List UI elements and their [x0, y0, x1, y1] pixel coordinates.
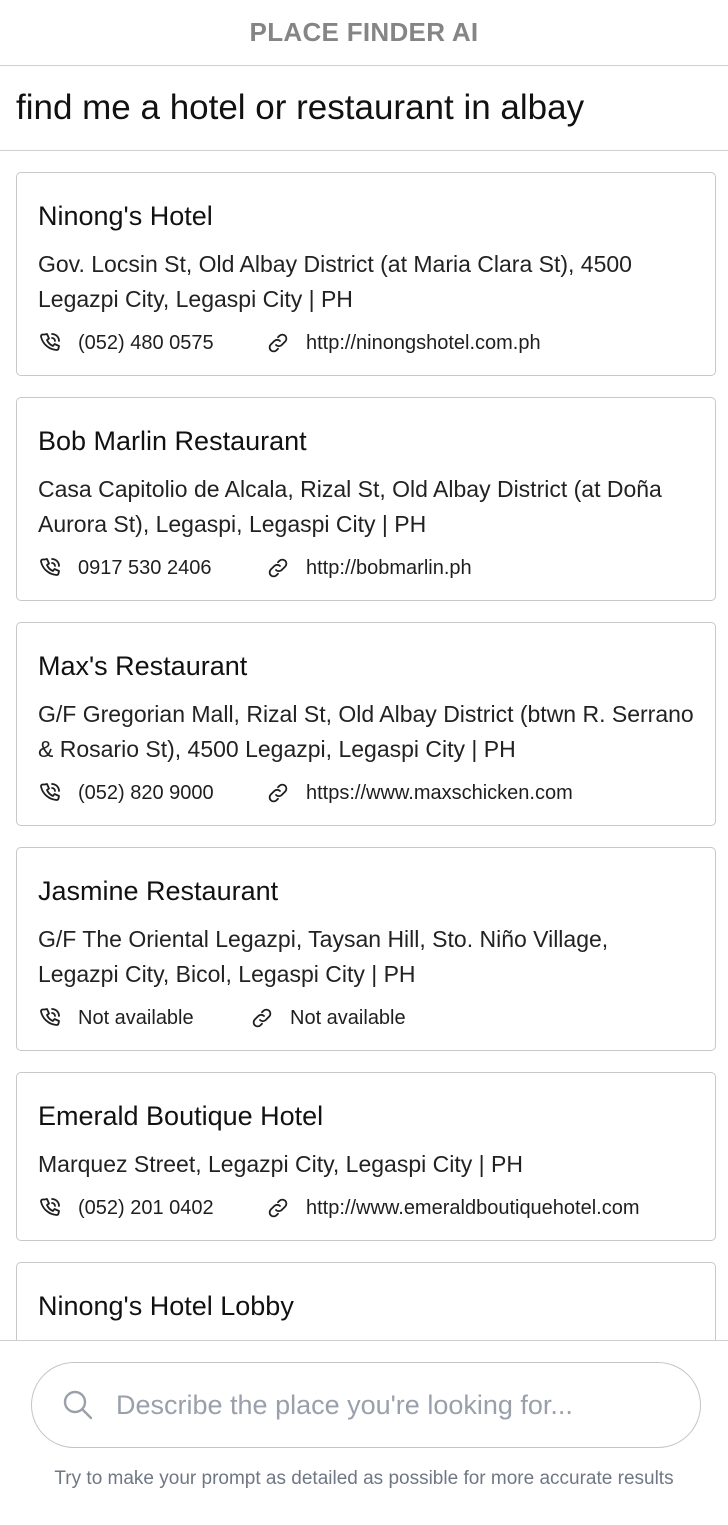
- place-name: Emerald Boutique Hotel: [38, 1101, 324, 1131]
- phone-call-icon: [38, 556, 62, 580]
- app-root: PLACE FINDER AI find me a hotel or resta…: [0, 0, 728, 1525]
- result-card[interactable]: Ninong's Hotel Lobby: [16, 1262, 716, 1340]
- phone-call-icon: [38, 1196, 62, 1220]
- place-address: Gov. Locsin St, Old Albay District (at M…: [38, 251, 632, 312]
- place-phone[interactable]: Not available: [38, 1006, 250, 1030]
- place-website[interactable]: http://ninongshotel.com.ph: [266, 331, 541, 355]
- place-address: Casa Capitolio de Alcala, Rizal St, Old …: [38, 476, 662, 537]
- search-icon: [60, 1387, 96, 1423]
- search-hint: Try to make your prompt as detailed as p…: [54, 1468, 674, 1489]
- results-list[interactable]: Ninong's Hotel Gov. Locsin St, Old Albay…: [0, 151, 728, 1340]
- place-website[interactable]: http://bobmarlin.ph: [266, 556, 472, 580]
- phone-call-icon: [38, 781, 62, 805]
- place-meta: Not available Not available: [38, 1004, 694, 1032]
- result-card[interactable]: Bob Marlin Restaurant Casa Capitolio de …: [16, 397, 716, 601]
- place-name: Max's Restaurant: [38, 651, 248, 681]
- link-icon: [250, 1006, 274, 1030]
- website-text: http://www.emeraldboutiquehotel.com: [306, 1196, 640, 1219]
- place-website[interactable]: https://www.maxschicken.com: [266, 781, 573, 805]
- place-phone[interactable]: (052) 820 9000: [38, 781, 266, 805]
- phone-text: (052) 480 0575: [78, 331, 214, 354]
- place-meta: (052) 201 0402 http://www.emeraldboutiqu…: [38, 1194, 694, 1222]
- place-meta: (052) 820 9000 https://www.maxschicken.c…: [38, 779, 694, 807]
- phone-text: Not available: [78, 1006, 194, 1029]
- phone-call-icon: [38, 1006, 62, 1030]
- query-bar: find me a hotel or restaurant in albay: [0, 66, 728, 151]
- link-icon: [266, 556, 290, 580]
- place-address: G/F Gregorian Mall, Rizal St, Old Albay …: [38, 701, 694, 762]
- link-icon: [266, 1196, 290, 1220]
- phone-text: 0917 530 2406: [78, 556, 212, 579]
- place-address: G/F The Oriental Legazpi, Taysan Hill, S…: [38, 926, 609, 987]
- place-name: Ninong's Hotel: [38, 201, 213, 231]
- place-address: Marquez Street, Legazpi City, Legaspi Ci…: [38, 1151, 523, 1177]
- app-header: PLACE FINDER AI: [0, 0, 728, 66]
- result-card[interactable]: Emerald Boutique Hotel Marquez Street, L…: [16, 1072, 716, 1241]
- search-panel: Try to make your prompt as detailed as p…: [0, 1340, 728, 1525]
- place-meta: (052) 480 0575 http://ninongshotel.com.p…: [38, 329, 694, 357]
- website-text: https://www.maxschicken.com: [306, 781, 573, 804]
- phone-text: (052) 820 9000: [78, 781, 214, 804]
- query-text: find me a hotel or restaurant in albay: [16, 88, 585, 127]
- place-website[interactable]: http://www.emeraldboutiquehotel.com: [266, 1196, 640, 1220]
- phone-call-icon: [38, 331, 62, 355]
- phone-text: (052) 201 0402: [78, 1196, 214, 1219]
- place-name: Ninong's Hotel Lobby: [38, 1291, 294, 1321]
- search-input[interactable]: [116, 1389, 676, 1421]
- place-website[interactable]: Not available: [250, 1006, 406, 1030]
- place-name: Jasmine Restaurant: [38, 876, 279, 906]
- result-card[interactable]: Jasmine Restaurant G/F The Oriental Lega…: [16, 847, 716, 1051]
- website-text: http://bobmarlin.ph: [306, 556, 472, 579]
- app-title: PLACE FINDER AI: [249, 17, 479, 47]
- search-box[interactable]: [31, 1362, 701, 1448]
- place-phone[interactable]: (052) 201 0402: [38, 1196, 266, 1220]
- link-icon: [266, 331, 290, 355]
- place-meta: 0917 530 2406 http://bobmarlin.ph: [38, 554, 694, 582]
- website-text: Not available: [290, 1006, 406, 1029]
- place-name: Bob Marlin Restaurant: [38, 426, 307, 456]
- link-icon: [266, 781, 290, 805]
- result-card[interactable]: Ninong's Hotel Gov. Locsin St, Old Albay…: [16, 172, 716, 376]
- place-phone[interactable]: 0917 530 2406: [38, 556, 266, 580]
- result-card[interactable]: Max's Restaurant G/F Gregorian Mall, Riz…: [16, 622, 716, 826]
- website-text: http://ninongshotel.com.ph: [306, 331, 541, 354]
- place-phone[interactable]: (052) 480 0575: [38, 331, 266, 355]
